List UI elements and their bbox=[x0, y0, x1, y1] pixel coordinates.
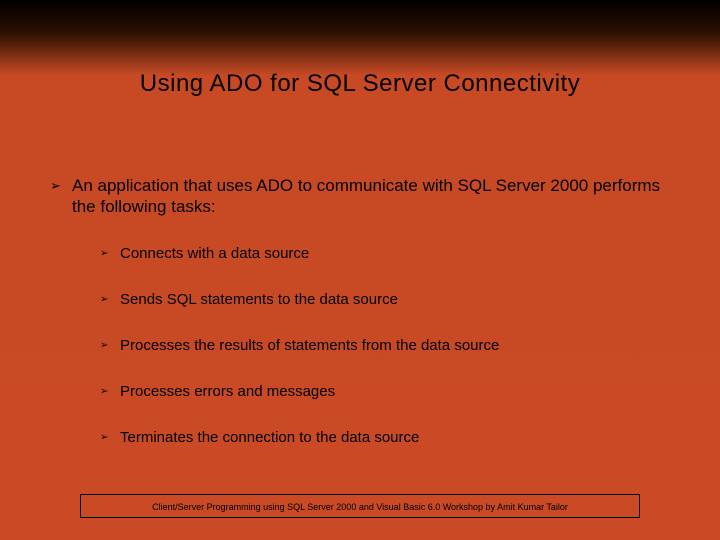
arrow-bullet-icon: ➢ bbox=[50, 175, 72, 196]
list-item: ➢ Terminates the connection to the data … bbox=[100, 429, 680, 447]
footer-box: Client/Server Programming using SQL Serv… bbox=[80, 494, 640, 518]
intro-text: An application that uses ADO to communic… bbox=[72, 175, 680, 217]
list-item-text: Sends SQL statements to the data source bbox=[120, 291, 398, 309]
list-item: ➢ Connects with a data source bbox=[100, 245, 680, 263]
sub-list: ➢ Connects with a data source ➢ Sends SQ… bbox=[100, 245, 680, 447]
arrow-bullet-icon: ➢ bbox=[100, 291, 120, 309]
slide-title: Using ADO for SQL Server Connectivity bbox=[0, 0, 720, 98]
list-item-text: Processes the results of statements from… bbox=[120, 337, 499, 355]
list-item: ➢ Sends SQL statements to the data sourc… bbox=[100, 291, 680, 309]
list-item: ➢ Processes the results of statements fr… bbox=[100, 337, 680, 355]
list-item-text: Connects with a data source bbox=[120, 245, 309, 263]
arrow-bullet-icon: ➢ bbox=[100, 245, 120, 263]
slide-content: ➢ An application that uses ADO to commun… bbox=[50, 175, 680, 475]
list-item-text: Terminates the connection to the data so… bbox=[120, 429, 419, 447]
footer-text: Client/Server Programming using SQL Serv… bbox=[152, 502, 568, 512]
intro-row: ➢ An application that uses ADO to commun… bbox=[50, 175, 680, 217]
list-item: ➢ Processes errors and messages bbox=[100, 383, 680, 401]
slide: Using ADO for SQL Server Connectivity ➢ … bbox=[0, 0, 720, 540]
arrow-bullet-icon: ➢ bbox=[100, 383, 120, 401]
arrow-bullet-icon: ➢ bbox=[100, 429, 120, 447]
arrow-bullet-icon: ➢ bbox=[100, 337, 120, 355]
list-item-text: Processes errors and messages bbox=[120, 383, 335, 401]
